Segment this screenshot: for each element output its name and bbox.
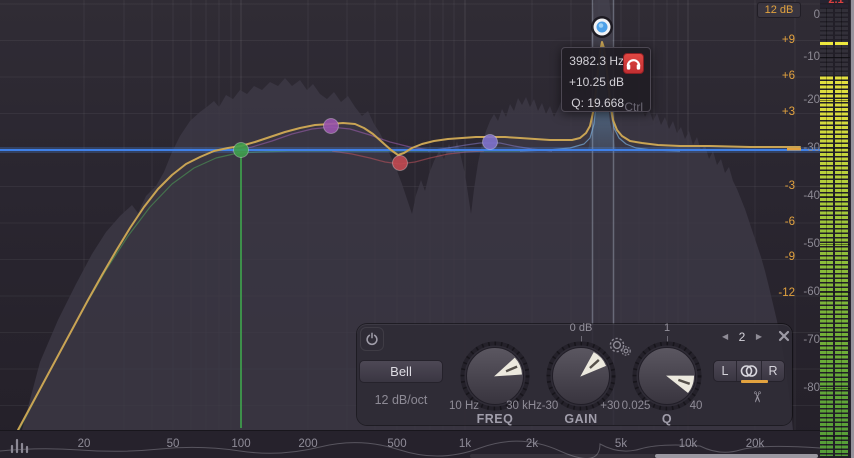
next-band-arrow[interactable]: ▶ bbox=[756, 331, 762, 343]
band-tooltip: 3982.3 Hz +10.25 dB Q: 19.668 Ctrl bbox=[561, 47, 651, 112]
freq-axis-label: 1k bbox=[459, 438, 471, 450]
q-value-label: 1 bbox=[617, 322, 717, 334]
meter-scale-label: -60 bbox=[782, 286, 820, 298]
power-icon bbox=[365, 332, 379, 346]
stereo-icon bbox=[737, 363, 761, 379]
db-range-button[interactable]: 12 dB bbox=[757, 2, 801, 18]
close-panel-button[interactable] bbox=[776, 328, 792, 344]
headphones-icon bbox=[624, 54, 643, 73]
channel-right-button[interactable]: R bbox=[761, 361, 784, 381]
meter-scale-label: -50 bbox=[782, 238, 820, 250]
prev-band-arrow[interactable]: ◀ bbox=[722, 331, 728, 343]
gain-min-label: -30 bbox=[527, 400, 573, 412]
peak-hold-right bbox=[835, 42, 848, 45]
freq-axis-label: 100 bbox=[231, 438, 250, 450]
output-level-meter bbox=[820, 0, 850, 458]
meter-scale-label: -10 bbox=[782, 51, 820, 63]
q-max-label: 40 bbox=[671, 400, 721, 412]
q-knob-label: Q bbox=[617, 412, 717, 426]
freq-axis-label: 2k bbox=[526, 438, 538, 450]
filter-slope-label[interactable]: 12 dB/oct bbox=[359, 393, 443, 407]
solo-headphones-button[interactable] bbox=[623, 53, 644, 74]
band-control-panel: Bell 12 dB/oct 10 Hz 30 kHz FREQ 0 dB bbox=[357, 324, 792, 425]
channel-left-button[interactable]: L bbox=[714, 361, 736, 381]
freq-axis-label: 10k bbox=[679, 438, 698, 450]
tooltip-frequency: 3982.3 Hz bbox=[566, 54, 624, 68]
freq-axis-label: 20 bbox=[78, 438, 91, 450]
freq-min-label: 10 Hz bbox=[441, 400, 487, 412]
band-green-dot[interactable] bbox=[234, 143, 249, 158]
tooltip-q: Q: 19.668 bbox=[566, 96, 624, 110]
channel-selector: L R bbox=[713, 360, 785, 382]
eq-scale-label: +9 bbox=[757, 34, 795, 46]
tooltip-modifier-hint: Ctrl bbox=[624, 100, 643, 114]
band-page-number: 2 bbox=[739, 331, 746, 343]
scroll-track-segment[interactable] bbox=[470, 454, 655, 458]
freq-axis-label: 200 bbox=[298, 438, 317, 450]
tooltip-gain: +10.25 dB bbox=[566, 75, 624, 89]
freq-knob-label: FREQ bbox=[445, 412, 545, 426]
frequency-axis: 20 50 100 200 500 1k 2k 5k 10k 20k bbox=[0, 430, 820, 458]
gain-value-label: 0 dB bbox=[531, 322, 631, 334]
freq-axis-label: 500 bbox=[387, 438, 406, 450]
close-icon bbox=[776, 328, 792, 344]
freq-axis-label: 20k bbox=[746, 438, 765, 450]
clip-readout[interactable]: 2.1 bbox=[822, 0, 850, 6]
band-pager: ◀ 2 ▶ bbox=[722, 331, 762, 343]
selected-band-handle[interactable] bbox=[591, 16, 613, 38]
selected-channel-underline bbox=[741, 380, 768, 383]
scissors-icon[interactable]: ✂ bbox=[747, 388, 765, 406]
channel-stereo-button[interactable] bbox=[736, 361, 761, 381]
band-enable-button[interactable] bbox=[360, 327, 384, 351]
eq-scale-label: +6 bbox=[757, 70, 795, 82]
peak-hold-left bbox=[820, 42, 833, 45]
meter-scale-label: -30 bbox=[782, 142, 820, 154]
scrollbar-thumb[interactable] bbox=[655, 454, 818, 458]
meter-scale-label: -20 bbox=[782, 94, 820, 106]
analyzer-icon[interactable] bbox=[8, 436, 34, 454]
q-knob-group: 1 0.025 40 Q bbox=[617, 324, 717, 425]
freq-axis-label: 5k bbox=[615, 438, 627, 450]
gain-knob-label: GAIN bbox=[531, 412, 631, 426]
filter-shape-dropdown[interactable]: Bell bbox=[359, 360, 443, 383]
freq-axis-label: 50 bbox=[167, 438, 180, 450]
meter-scale-label: -40 bbox=[782, 190, 820, 202]
eq-scale-label: -9 bbox=[757, 251, 795, 263]
eq-plugin-window: +9 +6 +3 -3 -6 -9 -12 0 -10 -20 -30 -40 … bbox=[0, 0, 854, 458]
eq-scale-label: +3 bbox=[757, 106, 795, 118]
band-purple-dot[interactable] bbox=[324, 119, 339, 134]
band-slate-dot[interactable] bbox=[483, 135, 498, 150]
band-red-dot[interactable] bbox=[393, 156, 408, 171]
q-min-label: 0.025 bbox=[613, 400, 659, 412]
eq-scale-label: -6 bbox=[757, 216, 795, 228]
